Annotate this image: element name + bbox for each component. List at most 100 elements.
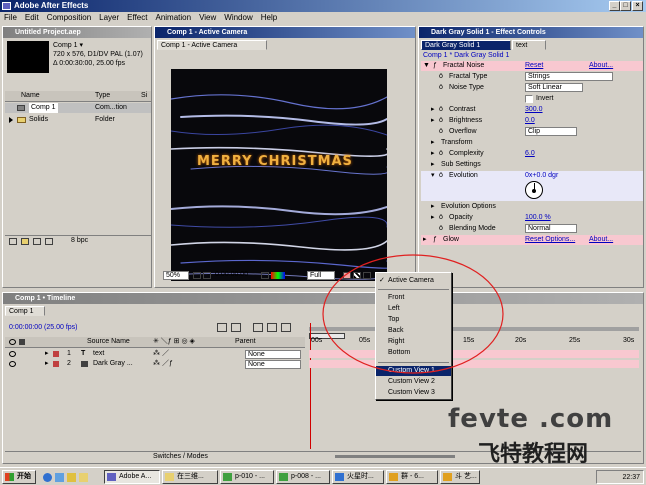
safe-zones-icon[interactable] [193, 272, 201, 279]
stopwatch-icon[interactable]: ö [439, 127, 443, 137]
menu-window[interactable]: Window [224, 13, 252, 22]
expand-arrow-icon[interactable]: ▸ [431, 149, 435, 159]
fx-toggle-icon[interactable]: ƒ [433, 235, 437, 245]
folder-icon[interactable] [79, 473, 88, 482]
menu-composition[interactable]: Composition [47, 13, 91, 22]
media-icon[interactable] [67, 473, 76, 482]
expand-arrow-icon[interactable]: ▸ [431, 138, 435, 148]
evolution-value[interactable]: 0x+0.0 dgr [525, 171, 558, 181]
close-button[interactable]: × [632, 1, 643, 11]
taskbar-item-4[interactable]: p-008 - ... [276, 470, 330, 484]
overflow-dropdown[interactable]: Clip [525, 127, 577, 136]
collapse-arrow-icon[interactable]: ▼ [423, 61, 430, 71]
current-time-indicator[interactable] [310, 323, 311, 449]
expand-arrow-icon[interactable]: ▸ [431, 105, 435, 115]
col-parent[interactable]: Parent [235, 337, 256, 347]
frame-blending-icon[interactable] [267, 323, 277, 332]
col-name-header[interactable]: Name [21, 91, 40, 101]
menu-item-custom-view-3[interactable]: Custom View 3 [376, 388, 451, 398]
maximize-button[interactable]: □ [620, 1, 631, 11]
start-button[interactable]: 开始 [2, 470, 36, 484]
invert-checkbox[interactable] [525, 95, 533, 103]
project-panel-title[interactable]: Untitled Project.aep [3, 27, 151, 38]
parent-dropdown[interactable]: None [245, 360, 301, 369]
expand-arrow-icon[interactable]: ▸ [45, 349, 49, 359]
label-color-icon[interactable] [53, 361, 59, 367]
contrast-value[interactable]: 300.0 [525, 105, 543, 115]
new-folder-icon[interactable] [21, 238, 29, 245]
stopwatch-icon[interactable]: ö [439, 72, 443, 82]
prop-evolution-options[interactable]: ▸ Evolution Options [421, 202, 643, 212]
expand-arrow-icon[interactable]: ▸ [431, 160, 435, 170]
taskbar-item-5[interactable]: 火星时... [332, 470, 384, 484]
viewer-current-time[interactable]: 0:00:00:00 [215, 271, 248, 278]
expand-arrow-icon[interactable]: ▸ [431, 202, 435, 212]
tab-dark-gray-solid[interactable]: Dark Gray Solid 1 [421, 40, 511, 50]
delete-icon[interactable] [45, 238, 53, 245]
stopwatch-icon[interactable]: ö [439, 171, 443, 181]
layer-name[interactable]: Dark Gray ... [93, 359, 133, 369]
reset-options-link[interactable]: Reset Options... [525, 235, 575, 245]
eye-icon[interactable] [9, 351, 16, 357]
minimize-button[interactable]: _ [609, 1, 620, 11]
interpret-footage-icon[interactable] [9, 238, 17, 245]
snapshot-icon[interactable] [261, 272, 269, 279]
menu-animation[interactable]: Animation [155, 13, 191, 22]
desktop-icon[interactable] [55, 473, 64, 482]
taskbar-item-7[interactable]: 斗 艺... [440, 470, 480, 484]
tab-comp1[interactable]: Comp 1 - Active Camera [157, 40, 267, 50]
color-channels-icon[interactable] [271, 272, 285, 279]
layer-switches[interactable]: ⁂ ／ƒ [153, 359, 173, 369]
stopwatch-icon[interactable]: ö [439, 224, 443, 234]
effect-header-glow[interactable]: ▸ ƒ Glow Reset Options... About... [421, 235, 643, 245]
blending-mode-dropdown[interactable]: Normal [525, 224, 577, 233]
stopwatch-icon[interactable]: ö [439, 116, 443, 126]
col-switches[interactable]: ✳ ＼ƒ ⊞ ◎ ◈ [153, 337, 195, 347]
menu-file[interactable]: File [4, 13, 17, 22]
motion-blur-icon[interactable] [281, 323, 291, 332]
stopwatch-icon[interactable]: ö [439, 213, 443, 223]
taskbar-item-after-effects[interactable]: Adobe A... [104, 470, 160, 484]
ie-icon[interactable] [43, 473, 52, 482]
menu-edit[interactable]: Edit [25, 13, 39, 22]
taskbar-item-6[interactable]: 群 - 6... [386, 470, 438, 484]
timeline-current-time[interactable]: 0:00:00:00 (25.00 fps) [9, 323, 78, 333]
expand-arrow-icon[interactable]: ▸ [431, 213, 435, 223]
menu-item-custom-view-2[interactable]: Custom View 2 [376, 377, 451, 387]
stopwatch-icon[interactable]: ö [439, 149, 443, 159]
grid-icon[interactable] [203, 272, 211, 279]
comp-flowchart-icon[interactable] [217, 323, 227, 332]
expand-arrow-icon[interactable]: ▸ [45, 359, 49, 369]
label-color-icon[interactable] [53, 351, 59, 357]
bit-depth-label[interactable]: 8 bpc [71, 237, 88, 244]
about-link[interactable]: About... [589, 235, 613, 245]
stopwatch-icon[interactable]: ö [439, 83, 443, 93]
switches-modes-toggle[interactable]: Switches / Modes [153, 452, 208, 462]
expand-arrow-icon[interactable]: ▸ [423, 235, 427, 245]
fractal-type-dropdown[interactable]: Strings [525, 72, 613, 81]
reset-link[interactable]: Reset [525, 61, 543, 71]
brightness-value[interactable]: 0.0 [525, 116, 535, 126]
effect-header-fractal-noise[interactable]: ▼ ƒ Fractal Noise Reset About... [421, 61, 643, 71]
col-type-header[interactable]: Type [95, 91, 110, 101]
project-item-solids[interactable]: Solids Folder [5, 115, 151, 125]
menu-layer[interactable]: Layer [99, 13, 119, 22]
stopwatch-icon[interactable]: ö [439, 105, 443, 115]
expand-arrow-icon[interactable]: ▸ [431, 116, 435, 126]
layer-name[interactable]: text [93, 349, 104, 359]
timeline-zoom-slider[interactable] [335, 455, 455, 458]
new-comp-icon[interactable] [33, 238, 41, 245]
parent-dropdown[interactable]: None [245, 350, 301, 359]
prop-sub-settings[interactable]: ▸ Sub Settings [421, 160, 643, 170]
taskbar-item-3[interactable]: p-010 - ... [220, 470, 274, 484]
clock[interactable]: 22:37 [622, 472, 640, 483]
fx-toggle-icon[interactable]: ƒ [433, 61, 437, 71]
draft-3d-icon[interactable] [231, 323, 241, 332]
tab-timeline-comp1[interactable]: Comp 1 [5, 306, 45, 316]
expand-arrow-icon[interactable] [9, 117, 13, 123]
effect-controls-title[interactable]: Dark Gray Solid 1 - Effect Controls [419, 27, 643, 38]
evolution-angle-dial[interactable] [525, 181, 543, 199]
prop-transform[interactable]: ▸ Transform [421, 138, 643, 148]
zoom-dropdown[interactable]: 50% [163, 271, 189, 280]
tab-text[interactable]: text [512, 40, 546, 50]
